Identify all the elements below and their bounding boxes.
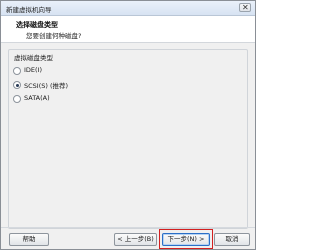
- cancel-button[interactable]: 取消: [214, 233, 250, 246]
- disk-type-group: 虚拟磁盘类型 IDE(I) SCSI(S) (推荐) SATA(A): [8, 49, 248, 229]
- radio-scsi-label[interactable]: SCSI(S) (推荐): [24, 80, 68, 90]
- radio-sata-button[interactable]: [13, 95, 21, 103]
- back-button[interactable]: < 上一步(B): [114, 233, 157, 246]
- radio-sata-label[interactable]: SATA(A): [24, 94, 50, 102]
- wizard-header: 选择磁盘类型 您要创建何种磁盘?: [1, 16, 255, 43]
- radio-ide-label[interactable]: IDE(I): [24, 66, 42, 74]
- radio-ide-button[interactable]: [13, 67, 21, 75]
- close-icon: ✕: [242, 3, 249, 12]
- title-bar[interactable]: 新建虚拟机向导 ✕: [1, 1, 255, 16]
- page-subtitle: 您要创建何种磁盘?: [26, 32, 82, 40]
- close-button[interactable]: ✕: [239, 3, 251, 12]
- page-title: 选择磁盘类型: [16, 21, 58, 29]
- footer-divider: [1, 227, 255, 228]
- wizard-window: 新建虚拟机向导 ✕ 选择磁盘类型 您要创建何种磁盘? 虚拟磁盘类型 IDE(I)…: [0, 0, 256, 250]
- group-legend: 虚拟磁盘类型: [14, 54, 53, 62]
- help-button[interactable]: 帮助: [9, 233, 49, 246]
- window-title: 新建虚拟机向导: [6, 6, 52, 14]
- next-button-highlight-frame: [159, 229, 213, 249]
- radio-scsi-button[interactable]: [13, 81, 21, 89]
